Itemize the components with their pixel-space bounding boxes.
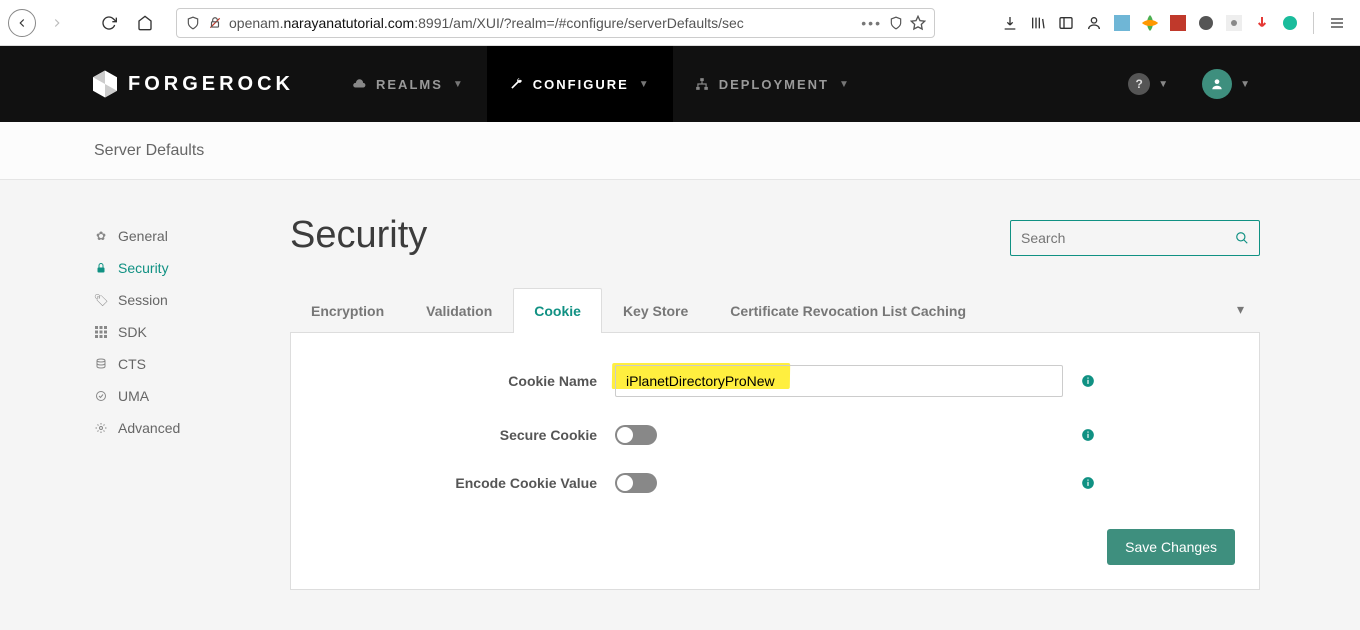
browser-toolbar: openam.narayanatutorial.com:8991/am/XUI/… — [0, 0, 1360, 46]
breadcrumb-bar: Server Defaults — [0, 122, 1360, 180]
ext-icon-3[interactable] — [1169, 14, 1187, 32]
nav-deployment[interactable]: DEPLOYMENT ▼ — [673, 46, 873, 122]
bookmark-star-icon[interactable] — [910, 15, 926, 31]
search-input[interactable] — [1021, 230, 1235, 246]
caret-down-icon[interactable]: ▼ — [1158, 79, 1168, 90]
sidebar-item-label: General — [118, 228, 168, 244]
encode-cookie-label: Encode Cookie Value — [315, 475, 597, 491]
tab-validation[interactable]: Validation — [405, 288, 513, 333]
sidebar-item-label: Security — [118, 260, 169, 276]
sliders-icon — [94, 422, 108, 434]
sidebar-item-cts[interactable]: CTS — [90, 348, 250, 380]
save-changes-button[interactable]: Save Changes — [1107, 529, 1235, 565]
tab-cookie[interactable]: Cookie — [513, 288, 602, 333]
page-action-dots-icon[interactable]: ••• — [861, 15, 882, 31]
browser-reload-button[interactable] — [94, 8, 124, 38]
tab-bar: Encryption Validation Cookie Key Store C… — [290, 287, 1260, 333]
ext-icon-4[interactable] — [1197, 14, 1215, 32]
sidebar-item-sdk[interactable]: SDK — [90, 316, 250, 348]
app-topnav: FORGEROCK REALMS ▼ CONFIGURE ▼ DEPLOYMEN… — [0, 46, 1360, 122]
brand-text: FORGEROCK — [128, 73, 294, 96]
cookie-name-input[interactable] — [615, 365, 1063, 397]
settings-sidebar: ✿ General Security 🏷 Session SDK CTS — [90, 214, 250, 590]
divider — [1313, 12, 1314, 34]
ticket-icon: 🏷 — [94, 293, 108, 307]
tab-encryption[interactable]: Encryption — [290, 288, 405, 333]
caret-down-icon: ▼ — [639, 79, 651, 90]
ext-icon-1[interactable] — [1113, 14, 1131, 32]
sitemap-icon — [695, 77, 709, 91]
nav-label: DEPLOYMENT — [719, 77, 829, 92]
info-icon[interactable] — [1081, 374, 1101, 388]
user-avatar-button[interactable] — [1202, 69, 1232, 99]
tab-key-store[interactable]: Key Store — [602, 288, 709, 333]
ext-icon-6[interactable] — [1253, 14, 1271, 32]
info-icon[interactable] — [1081, 476, 1101, 490]
tab-crl-caching[interactable]: Certificate Revocation List Caching — [709, 288, 987, 333]
ext-icon-2[interactable] — [1141, 14, 1159, 32]
sidebar-item-label: SDK — [118, 324, 147, 340]
nav-label: REALMS — [376, 77, 443, 92]
search-icon[interactable] — [1235, 231, 1249, 245]
forgerock-logo-icon — [90, 69, 120, 99]
caret-down-icon: ▼ — [839, 79, 851, 90]
brand-logo[interactable]: FORGEROCK — [90, 69, 310, 99]
sidebar-item-general[interactable]: ✿ General — [90, 220, 250, 252]
sidebar-item-session[interactable]: 🏷 Session — [90, 284, 250, 316]
shield-icon — [185, 15, 201, 31]
nav-configure[interactable]: CONFIGURE ▼ — [487, 46, 673, 122]
check-circle-icon — [94, 390, 108, 402]
sidebar-item-security[interactable]: Security — [90, 252, 250, 284]
browser-forward-button[interactable] — [42, 8, 72, 38]
insecure-icon — [207, 15, 223, 31]
browser-actions — [1001, 12, 1352, 34]
downloads-icon[interactable] — [1001, 14, 1019, 32]
sidebar-item-advanced[interactable]: Advanced — [90, 412, 250, 444]
nav-realms[interactable]: REALMS ▼ — [330, 46, 487, 122]
settings-panel: Cookie Name Secure Cookie E — [290, 333, 1260, 590]
hamburger-menu-icon[interactable] — [1328, 14, 1346, 32]
nav-label: CONFIGURE — [533, 77, 629, 92]
user-icon — [1210, 77, 1224, 91]
secure-cookie-toggle[interactable] — [615, 425, 657, 445]
lock-icon — [94, 262, 108, 274]
sidebar-item-label: UMA — [118, 388, 149, 404]
search-box[interactable] — [1010, 220, 1260, 256]
breadcrumb-text: Server Defaults — [94, 142, 204, 160]
grid-icon — [94, 326, 108, 338]
sidebar-item-uma[interactable]: UMA — [90, 380, 250, 412]
library-icon[interactable] — [1029, 14, 1047, 32]
reader-shield-icon[interactable] — [888, 15, 904, 31]
info-icon[interactable] — [1081, 428, 1101, 442]
database-icon — [94, 358, 108, 370]
sidebar-icon[interactable] — [1057, 14, 1075, 32]
help-button[interactable]: ? — [1128, 73, 1150, 95]
browser-home-button[interactable] — [130, 8, 160, 38]
sidebar-item-label: Advanced — [118, 420, 180, 436]
secure-cookie-label: Secure Cookie — [315, 427, 597, 443]
browser-back-button[interactable] — [8, 9, 36, 37]
account-icon[interactable] — [1085, 14, 1103, 32]
caret-down-icon: ▼ — [453, 79, 465, 90]
ext-icon-7[interactable] — [1281, 14, 1299, 32]
tab-overflow-menu[interactable]: ▾ — [1221, 287, 1260, 332]
cloud-icon — [352, 77, 366, 91]
sidebar-item-label: Session — [118, 292, 168, 308]
page-title: Security — [290, 214, 427, 257]
sidebar-item-label: CTS — [118, 356, 146, 372]
caret-down-icon[interactable]: ▼ — [1240, 79, 1250, 90]
encode-cookie-toggle[interactable] — [615, 473, 657, 493]
ext-icon-5[interactable] — [1225, 14, 1243, 32]
cookie-name-label: Cookie Name — [315, 373, 597, 389]
wrench-icon — [509, 77, 523, 91]
url-text: openam.narayanatutorial.com:8991/am/XUI/… — [229, 15, 855, 31]
address-bar[interactable]: openam.narayanatutorial.com:8991/am/XUI/… — [176, 8, 935, 38]
gear-icon: ✿ — [94, 229, 108, 243]
